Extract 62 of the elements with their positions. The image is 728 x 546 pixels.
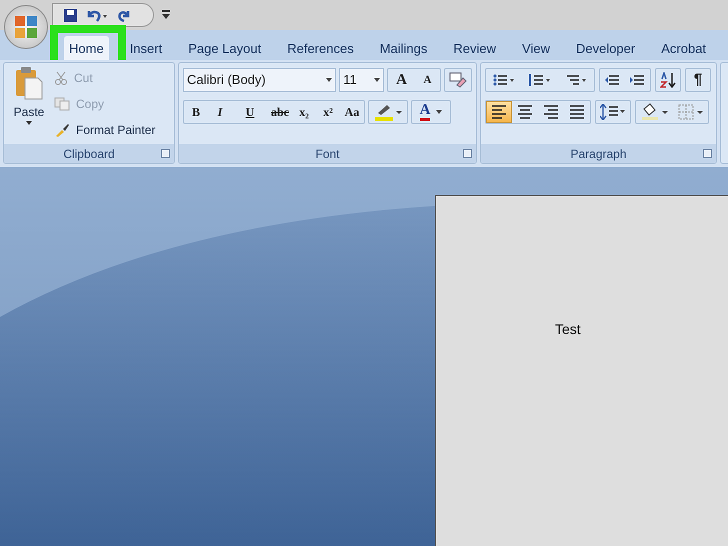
font-color-button[interactable]: A [411, 100, 451, 124]
show-marks-button[interactable]: ¶ [685, 68, 711, 92]
ribbon-tab[interactable]: Acrobat [656, 36, 712, 62]
clipboard-icon [14, 66, 44, 100]
format-button[interactable]: I [208, 101, 232, 123]
shrink-font-button[interactable]: A [414, 69, 440, 91]
group-label: Font [315, 146, 340, 162]
font-name-field[interactable]: Calibri (Body) [183, 68, 336, 92]
ribbon-tab[interactable]: View [517, 36, 555, 62]
ribbon-tab[interactable]: Home [64, 36, 109, 62]
bullet-list-icon[interactable] [493, 73, 515, 87]
dialog-launcher-icon[interactable] [463, 149, 472, 158]
paint-bucket-icon[interactable] [640, 103, 670, 121]
line-spacing-icon [600, 104, 626, 120]
ribbon-tab[interactable]: Review [448, 36, 502, 62]
dialog-launcher-icon[interactable] [703, 149, 712, 158]
line-spacing-button[interactable] [595, 100, 631, 124]
customize-toolbar-icon[interactable] [162, 9, 170, 21]
office-logo-icon [14, 15, 38, 39]
format-button[interactable]: U [232, 101, 268, 123]
ribbon-tab[interactable]: Developer [570, 36, 640, 62]
grow-font-button[interactable]: A [388, 69, 414, 91]
eraser-icon [449, 72, 468, 88]
ribbon-tab[interactable]: Page Layout [183, 36, 266, 62]
clear-formatting-button[interactable] [444, 68, 472, 92]
group-label: Paragraph [570, 146, 627, 162]
ribbon-tab[interactable]: Insert [124, 36, 168, 62]
multilevel-list-icon[interactable] [565, 73, 587, 87]
copy-icon [54, 97, 70, 111]
format-button[interactable]: B [184, 101, 208, 123]
paintbrush-icon [54, 123, 70, 137]
format-button[interactable]: Aa [340, 101, 364, 123]
save-icon[interactable] [63, 8, 78, 22]
format-button[interactable]: x₂ [292, 101, 316, 123]
caret-icon [436, 110, 442, 114]
alignment-icon [491, 103, 507, 121]
sort-icon [660, 72, 676, 88]
dialog-launcher-icon[interactable] [161, 149, 170, 158]
caret-icon [26, 121, 32, 125]
font-size-field[interactable]: 11 [339, 68, 384, 92]
group-label: Clipboard [63, 146, 115, 162]
document-text: Test [555, 320, 581, 339]
sort-button[interactable] [655, 68, 681, 92]
highlighter-icon [373, 103, 403, 121]
ribbon-tab[interactable]: Mailings [374, 36, 432, 62]
alignment-icon [543, 103, 559, 121]
align-button[interactable] [486, 101, 512, 123]
undo-icon[interactable] [86, 8, 108, 22]
highlight-color-button[interactable] [368, 100, 408, 124]
decrease-indent-icon[interactable] [604, 73, 620, 87]
caret-icon [326, 78, 332, 82]
format-button[interactable]: abc [268, 101, 292, 123]
scissors-icon [54, 71, 68, 85]
clipboard-command[interactable]: Format Painter [54, 119, 156, 141]
paste-button[interactable]: Paste [8, 66, 50, 138]
caret-icon [374, 78, 380, 82]
alignment-icon [569, 103, 585, 121]
alignment-icon [517, 103, 533, 121]
ribbon-tab[interactable]: References [282, 36, 359, 62]
format-button[interactable]: x² [316, 101, 340, 123]
increase-indent-icon[interactable] [630, 73, 646, 87]
numbered-list-icon[interactable] [529, 73, 551, 87]
